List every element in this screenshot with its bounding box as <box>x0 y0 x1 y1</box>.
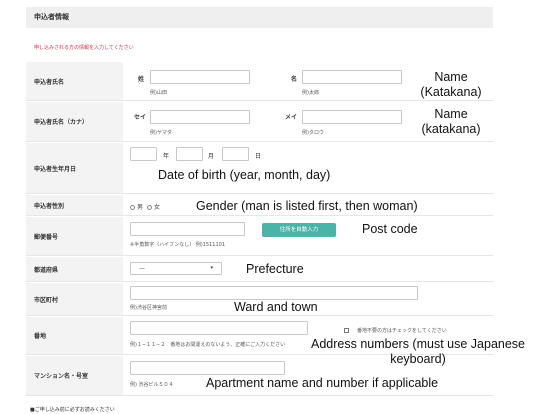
footer-note: ■ご申し込み前に必ずお読みください <box>30 407 115 413</box>
annotation-name: Name (Katakana) <box>420 70 482 99</box>
mei-example: 例)太郎 <box>302 90 319 96</box>
prefecture-selected-value: — <box>139 265 145 272</box>
annotation-prefecture: Prefecture <box>246 262 304 276</box>
first-name-kana-input[interactable] <box>302 110 402 124</box>
row-label-prefecture: 都道府県 <box>26 257 123 281</box>
auto-fill-address-button[interactable]: 住所を自動入力 <box>262 223 336 237</box>
no-address-checkbox-label: 番地不要の方はチェックをしてください <box>357 328 447 334</box>
no-address-checkbox[interactable] <box>344 328 349 333</box>
gender-options: 男 女 <box>130 202 160 211</box>
first-name-input[interactable] <box>302 70 402 84</box>
city-example: 例)渋谷区神宮前 <box>130 305 167 311</box>
section-header-applicant-info: 申込者情報 <box>26 7 493 28</box>
year-label: 年 <box>163 153 170 160</box>
gender-option-male[interactable]: 男 <box>130 202 143 211</box>
building-example: 例) 渋谷ビル５０４ <box>130 382 174 388</box>
instruction-text: 申し込みされる方の情報を入力してください <box>34 45 134 51</box>
row-label-postcode: 郵便番号 <box>26 217 123 255</box>
gender-male-label: 男 <box>137 204 144 211</box>
row-label-building: マンション名・号室 <box>26 356 123 395</box>
radio-male[interactable] <box>130 205 135 210</box>
sei-kana-example: 例)ヤマダ <box>150 130 172 136</box>
month-label: 月 <box>208 153 215 160</box>
radio-female[interactable] <box>147 205 153 210</box>
chevron-down-icon: ▾ <box>210 265 213 271</box>
sei-kana-label: セイ <box>134 114 147 121</box>
postcode-note: ※半角数字（ハイフンなし） 例)1511101 <box>130 242 225 248</box>
row-label-dob: 申込者生年月日 <box>26 143 123 193</box>
address-example: 例)１−１１−２ 番地はお間違えのないよう、正確にご入力ください <box>130 342 286 348</box>
annotation-ward: Ward and town <box>234 300 318 314</box>
row-label-name-kana: 申込者氏名（カナ） <box>26 102 123 141</box>
mei-kana-example: 例)タロウ <box>302 130 324 136</box>
row-postcode: 郵便番号 ※半角数字（ハイフンなし） 例)1511101 住所を自動入力 <box>26 217 493 256</box>
annotation-apartment: Apartment name and number if applicable <box>206 376 439 390</box>
sei-label: 姓 <box>138 76 145 83</box>
row-label-address: 番地 <box>26 317 123 354</box>
annotation-postcode: Post code <box>362 222 418 236</box>
birth-month-input[interactable] <box>176 147 203 161</box>
birth-year-input[interactable] <box>130 147 157 161</box>
row-label-name: 申込者氏名 <box>26 62 123 100</box>
address-number-input[interactable] <box>130 321 308 335</box>
prefecture-select[interactable]: — ▾ <box>130 262 222 275</box>
last-name-kana-input[interactable] <box>150 110 250 124</box>
annotation-dob: Date of birth (year, month, day) <box>158 168 331 182</box>
annotation-gender: Gender (man is listed first, then woman) <box>196 199 418 213</box>
row-label-city: 市区町村 <box>26 283 123 315</box>
gender-female-label: 女 <box>154 204 161 211</box>
annotation-name-kana: Name (katakana) <box>421 107 481 136</box>
birth-day-input[interactable] <box>222 147 249 161</box>
mei-label: 名 <box>291 76 298 83</box>
sei-example: 例)山田 <box>150 90 167 96</box>
postcode-input[interactable] <box>130 222 245 236</box>
last-name-input[interactable] <box>150 70 250 84</box>
no-address-checkbox-line: 番地不要の方はチェックをしてください <box>344 327 447 334</box>
city-input[interactable] <box>130 286 418 300</box>
day-label: 日 <box>255 153 262 160</box>
mei-kana-label: メイ <box>285 114 298 121</box>
row-label-gender: 申込者性別 <box>26 195 123 215</box>
gender-option-female[interactable]: 女 <box>147 202 160 211</box>
building-input[interactable] <box>130 361 285 375</box>
